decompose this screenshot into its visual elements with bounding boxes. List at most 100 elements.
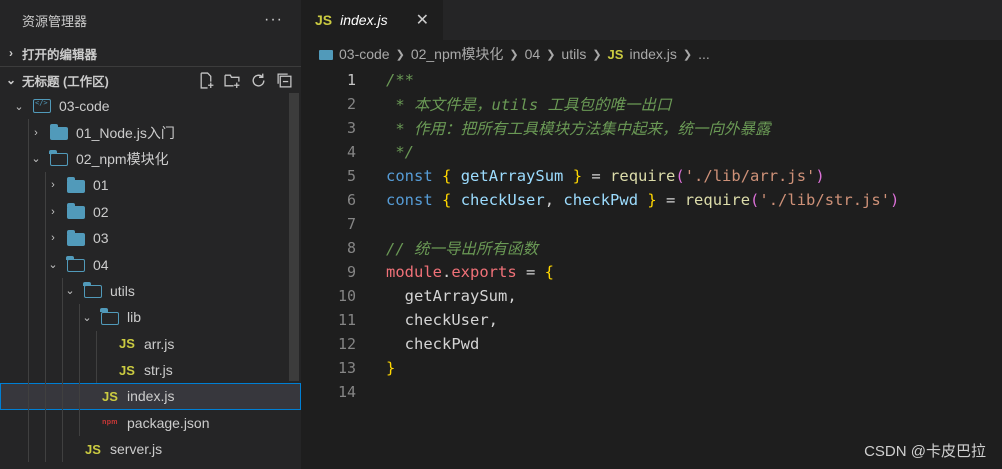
code-token: require [684, 191, 751, 209]
code-editor[interactable]: 1/** 2 * 本文件是，utils 工具包的唯一出口 3 * 作用：把所有工具模… [301, 68, 1002, 404]
code-line[interactable]: 7 [301, 212, 1002, 236]
tree-item[interactable]: › 01 [0, 172, 301, 199]
breadcrumb-item[interactable]: utils [561, 46, 586, 62]
workspace-section[interactable]: ⌄ 无标题 (工作区) [0, 66, 301, 93]
chevron-right-icon: ❯ [509, 48, 519, 61]
code-token: * 本文件是，utils 工具包的唯一出口 [386, 96, 672, 114]
code-token: exports [451, 263, 517, 281]
tree-item[interactable]: JS arr.js [0, 330, 301, 357]
tree-item[interactable]: JS str.js [0, 356, 301, 384]
code-line[interactable]: 11 checkUser, [301, 308, 1002, 332]
tree-item[interactable]: ⌄ 02_npm模块化 [0, 145, 301, 173]
breadcrumb: 03-code ❯ 02_npm模块化 ❯ 04 ❯ utils ❯ JS index.js ❯..… [301, 40, 1002, 68]
line-number: 6 [346, 191, 356, 209]
code-line[interactable]: 12 checkPwd [301, 332, 1002, 356]
code-line[interactable]: 8 // 统一导出所有函数 [301, 236, 1002, 260]
folder-icon [65, 176, 87, 193]
tree-item-label: 04 [93, 256, 109, 273]
code-line[interactable]: 14 [301, 380, 1002, 404]
indent-guide [79, 356, 80, 384]
refresh-icon[interactable] [250, 72, 267, 89]
breadcrumb-item[interactable]: 02_npm模块化 [411, 44, 504, 64]
tree-item-label: 02 [93, 203, 109, 220]
line-number: 14 [337, 383, 356, 401]
code-line[interactable]: 9 module.exports = { [301, 260, 1002, 284]
breadcrumb-item[interactable]: ... [698, 46, 710, 62]
code-token: */ [386, 143, 414, 161]
close-icon[interactable]: ✕ [416, 10, 429, 30]
tree-item[interactable]: › 01_Node.js入门 [0, 119, 301, 146]
breadcrumb-item[interactable]: 03-code [339, 46, 390, 62]
line-number: 2 [346, 95, 356, 113]
tree-item-label: str.js [144, 362, 173, 379]
chevron-right-icon: › [51, 205, 55, 218]
indent-guide [28, 198, 29, 225]
folder-icon [65, 203, 87, 220]
folder-open-icon [48, 149, 70, 167]
chevron-right-icon: ❯ [395, 48, 405, 61]
code-line[interactable]: 13} [301, 356, 1002, 380]
code-line[interactable]: 6 const { checkUser, checkPwd } = require… [301, 188, 1002, 212]
collapse-all-icon[interactable] [276, 72, 293, 89]
indent-guide [45, 409, 46, 437]
code-line[interactable]: 5 const { getArraySum } = require('./lib/… [301, 164, 1002, 188]
tree-item-label: 01 [93, 177, 109, 194]
chevron-down-icon: ⌄ [65, 285, 75, 298]
line-number: 9 [346, 263, 356, 281]
new-file-icon[interactable] [198, 71, 215, 89]
line-number: 8 [346, 239, 356, 257]
code-line[interactable]: 2 * 本文件是，utils 工具包的唯一出口 [301, 92, 1002, 116]
code-token: checkPwd [563, 191, 639, 209]
code-token: , [544, 191, 564, 209]
tree-item[interactable]: JS index.js [0, 383, 301, 410]
code-line[interactable]: 1 /** [301, 68, 1002, 92]
code-text: checkPwd [386, 335, 480, 353]
indent-guide [62, 383, 63, 410]
code-token: /** [386, 71, 414, 89]
tree-item[interactable]: ⌄ utils [0, 277, 301, 305]
tree-item-label: 03 [93, 230, 109, 247]
indent-guide [62, 277, 63, 305]
code-line[interactable]: 3 * 作用：把所有工具模块方法集中起来，统一向外暴露 [301, 116, 1002, 140]
code-line[interactable]: 10 getArraySum, [301, 284, 1002, 308]
tree-item[interactable]: JS server.js [0, 436, 301, 463]
tree-item[interactable]: ⌄ 04 [0, 251, 301, 278]
code-text: checkUser, [386, 311, 498, 329]
tree-item[interactable]: ⌄ 03-code [0, 93, 301, 119]
folder-open-icon [82, 281, 104, 299]
more-actions-icon[interactable]: ··· [264, 11, 283, 29]
open-editors-section[interactable]: › 打开的编辑器 [0, 40, 301, 66]
folder-icon [48, 124, 70, 141]
new-folder-icon[interactable] [224, 72, 241, 89]
indent-guide [28, 145, 29, 173]
code-line[interactable]: 4 */ [301, 140, 1002, 164]
sidebar-scrollbar[interactable] [289, 93, 299, 381]
indent-guide [62, 356, 63, 384]
code-token: require [610, 167, 676, 185]
code-token: ( [675, 167, 685, 185]
indent-guide [45, 198, 46, 225]
line-number: 3 [346, 119, 356, 137]
breadcrumb-item[interactable]: index.js [629, 46, 676, 62]
tree-item[interactable]: › 03 [0, 224, 301, 252]
tab-index-js[interactable]: JS index.js ✕ [301, 0, 443, 40]
indent-guide [62, 304, 63, 331]
indent-guide [45, 383, 46, 410]
js-file-icon: JS [119, 336, 135, 352]
chevron-right-icon: ❯ [592, 48, 602, 61]
indent-guide [45, 304, 46, 331]
indent-guide [28, 224, 29, 252]
tree-item-label: utils [110, 282, 135, 299]
chevron-right-icon: › [9, 46, 13, 60]
tree-item[interactable]: npm package.json [0, 409, 301, 437]
tree-item[interactable]: ⌄ lib [0, 304, 301, 331]
js-file-icon: JS [119, 362, 135, 378]
code-token: checkPwd [386, 335, 480, 353]
line-number: 4 [346, 143, 356, 161]
breadcrumb-item[interactable]: 04 [525, 46, 541, 62]
tree-item[interactable]: › 02 [0, 198, 301, 225]
